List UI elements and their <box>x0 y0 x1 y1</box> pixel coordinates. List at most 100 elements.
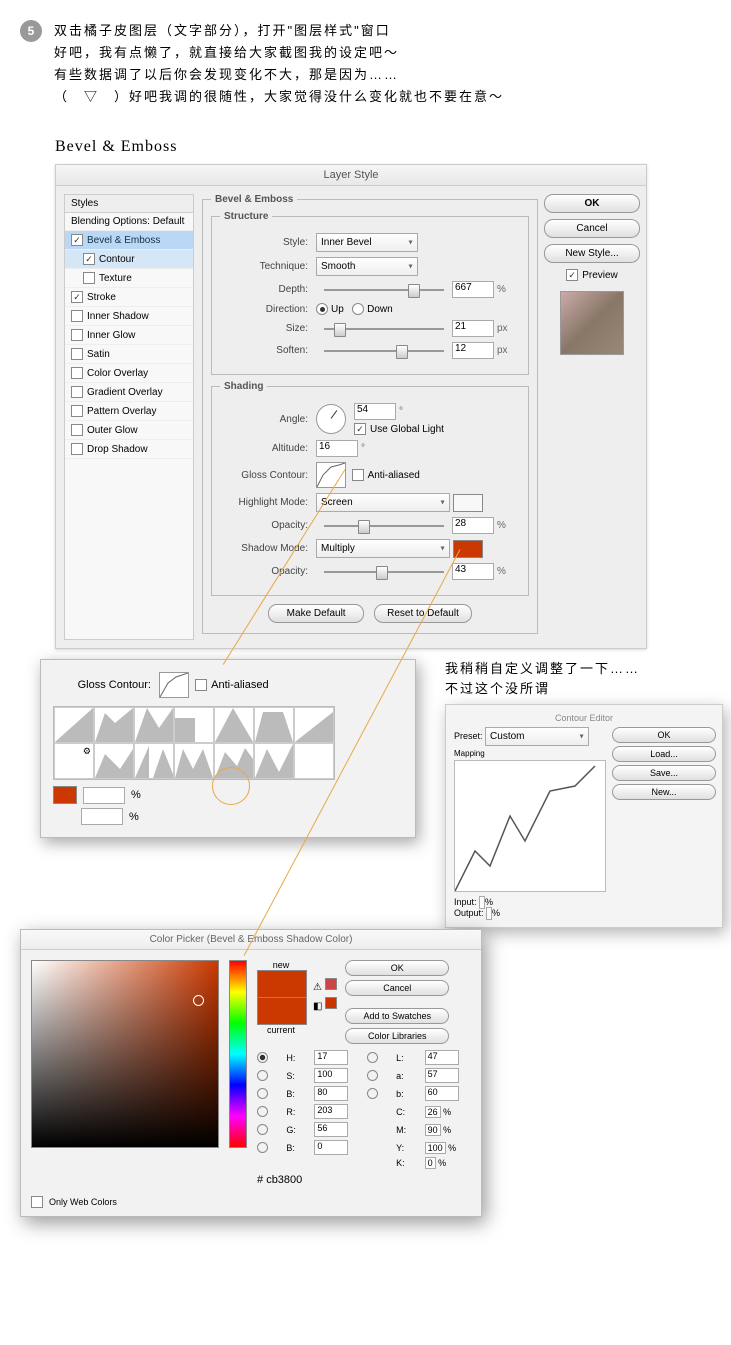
hue-slider[interactable] <box>229 960 247 1148</box>
checkbox-icon[interactable] <box>83 272 95 284</box>
technique-select[interactable]: Smooth <box>316 257 418 276</box>
ok-button[interactable]: OK <box>544 194 640 213</box>
blab-input[interactable]: 60 <box>425 1086 459 1101</box>
checkbox-icon[interactable] <box>71 329 83 341</box>
contour-preset[interactable] <box>214 707 254 743</box>
gamut-warning-icon[interactable]: ⚠ <box>313 978 337 993</box>
new-style-button[interactable]: New Style... <box>544 244 640 263</box>
brgb-input[interactable]: 0 <box>314 1140 348 1155</box>
checkbox-icon[interactable] <box>71 310 83 322</box>
checkbox-icon[interactable] <box>71 405 83 417</box>
anti-alias-checkbox[interactable] <box>352 469 364 481</box>
checkbox-icon[interactable] <box>71 424 83 436</box>
style-item-texture[interactable]: Texture <box>65 269 193 288</box>
contour-ok-button[interactable]: OK <box>612 727 716 743</box>
r-input[interactable]: 203 <box>314 1104 348 1119</box>
contour-preset[interactable] <box>294 743 334 779</box>
hl-opacity-slider[interactable] <box>324 525 444 527</box>
r-radio[interactable] <box>257 1106 268 1117</box>
size-input[interactable]: 21 <box>452 320 494 337</box>
depth-input[interactable]: 667 <box>452 281 494 298</box>
altitude-input[interactable]: 16 <box>316 440 358 457</box>
contour-preset[interactable] <box>174 743 214 779</box>
s-input[interactable]: 100 <box>314 1068 348 1083</box>
preview-checkbox[interactable] <box>566 269 578 281</box>
sh-opacity-slider[interactable] <box>324 571 444 573</box>
add-swatches-button[interactable]: Add to Swatches <box>345 1008 449 1024</box>
contour-preset-select[interactable]: Custom <box>485 727 589 746</box>
checkbox-icon[interactable] <box>83 253 95 265</box>
gloss-anti-checkbox[interactable] <box>195 679 207 691</box>
contour-preset[interactable]: ⚙ <box>54 743 94 779</box>
style-item-stroke[interactable]: Stroke <box>65 288 193 307</box>
contour-preset[interactable] <box>134 743 174 779</box>
contour-new-button[interactable]: New... <box>612 784 716 800</box>
checkbox-icon[interactable] <box>71 386 83 398</box>
hl-opacity-input[interactable]: 28 <box>452 517 494 534</box>
k-input[interactable]: 0 <box>425 1157 436 1169</box>
highlight-mode-select[interactable]: Screen <box>316 493 450 512</box>
brgb-radio[interactable] <box>257 1142 268 1153</box>
blending-options-item[interactable]: Blending Options: Default <box>65 213 193 231</box>
s-radio[interactable] <box>257 1070 268 1081</box>
angle-input[interactable]: 54 <box>354 403 396 420</box>
popup-color-swatch[interactable] <box>53 786 77 804</box>
b-radio[interactable] <box>257 1088 268 1099</box>
shadow-mode-select[interactable]: Multiply <box>316 539 450 558</box>
make-default-button[interactable]: Make Default <box>268 604 364 623</box>
contour-preset[interactable] <box>94 743 134 779</box>
checkbox-icon[interactable] <box>71 443 83 455</box>
style-item-satin[interactable]: Satin <box>65 345 193 364</box>
direction-up-radio[interactable] <box>316 303 328 315</box>
sh-opacity-input[interactable]: 43 <box>452 563 494 580</box>
checkbox-icon[interactable] <box>71 348 83 360</box>
highlight-color-swatch[interactable] <box>453 494 483 512</box>
soften-input[interactable]: 12 <box>452 342 494 359</box>
bhsb-input[interactable]: 80 <box>314 1086 348 1101</box>
style-item-outer-glow[interactable]: Outer Glow <box>65 421 193 440</box>
picker-ok-button[interactable]: OK <box>345 960 449 976</box>
color-field[interactable] <box>31 960 219 1148</box>
g-input[interactable]: 56 <box>314 1122 348 1137</box>
soften-slider[interactable] <box>324 350 444 352</box>
l-radio[interactable] <box>367 1052 378 1063</box>
h-input[interactable]: 17 <box>314 1050 348 1065</box>
size-slider[interactable] <box>324 328 444 330</box>
checkbox-icon[interactable] <box>71 291 83 303</box>
c-input[interactable]: 26 <box>425 1106 441 1118</box>
y-input[interactable]: 100 <box>425 1142 446 1154</box>
style-item-inner-shadow[interactable]: Inner Shadow <box>65 307 193 326</box>
contour-curve-canvas[interactable] <box>454 760 606 892</box>
cancel-button[interactable]: Cancel <box>544 219 640 238</box>
global-light-checkbox[interactable] <box>354 423 366 435</box>
contour-preset[interactable] <box>94 707 134 743</box>
style-item-gradient-overlay[interactable]: Gradient Overlay <box>65 383 193 402</box>
web-colors-checkbox[interactable] <box>31 1196 43 1208</box>
style-item-contour[interactable]: Contour <box>65 250 193 269</box>
contour-preset[interactable] <box>254 707 294 743</box>
a-input[interactable]: 57 <box>425 1068 459 1083</box>
style-item-pattern-overlay[interactable]: Pattern Overlay <box>65 402 193 421</box>
depth-slider[interactable] <box>324 289 444 291</box>
style-item-drop-shadow[interactable]: Drop Shadow <box>65 440 193 459</box>
contour-preset[interactable] <box>174 707 214 743</box>
contour-preset[interactable] <box>134 707 174 743</box>
h-radio[interactable] <box>257 1052 268 1063</box>
picker-cancel-button[interactable]: Cancel <box>345 980 449 996</box>
checkbox-icon[interactable] <box>71 234 83 246</box>
b2-radio[interactable] <box>367 1088 378 1099</box>
m-input[interactable]: 90 <box>425 1124 441 1136</box>
style-select[interactable]: Inner Bevel <box>316 233 418 252</box>
angle-dial[interactable] <box>316 404 346 434</box>
l-input[interactable]: 47 <box>425 1050 459 1065</box>
contour-preset[interactable] <box>294 707 334 743</box>
style-item-inner-glow[interactable]: Inner Glow <box>65 326 193 345</box>
contour-preset[interactable] <box>54 707 94 743</box>
style-item-bevel[interactable]: Bevel & Emboss <box>65 231 193 250</box>
g-radio[interactable] <box>257 1124 268 1135</box>
color-libraries-button[interactable]: Color Libraries <box>345 1028 449 1044</box>
checkbox-icon[interactable] <box>71 367 83 379</box>
direction-down-radio[interactable] <box>352 303 364 315</box>
style-item-color-overlay[interactable]: Color Overlay <box>65 364 193 383</box>
websafe-warning-icon[interactable]: ◧ <box>313 997 337 1012</box>
